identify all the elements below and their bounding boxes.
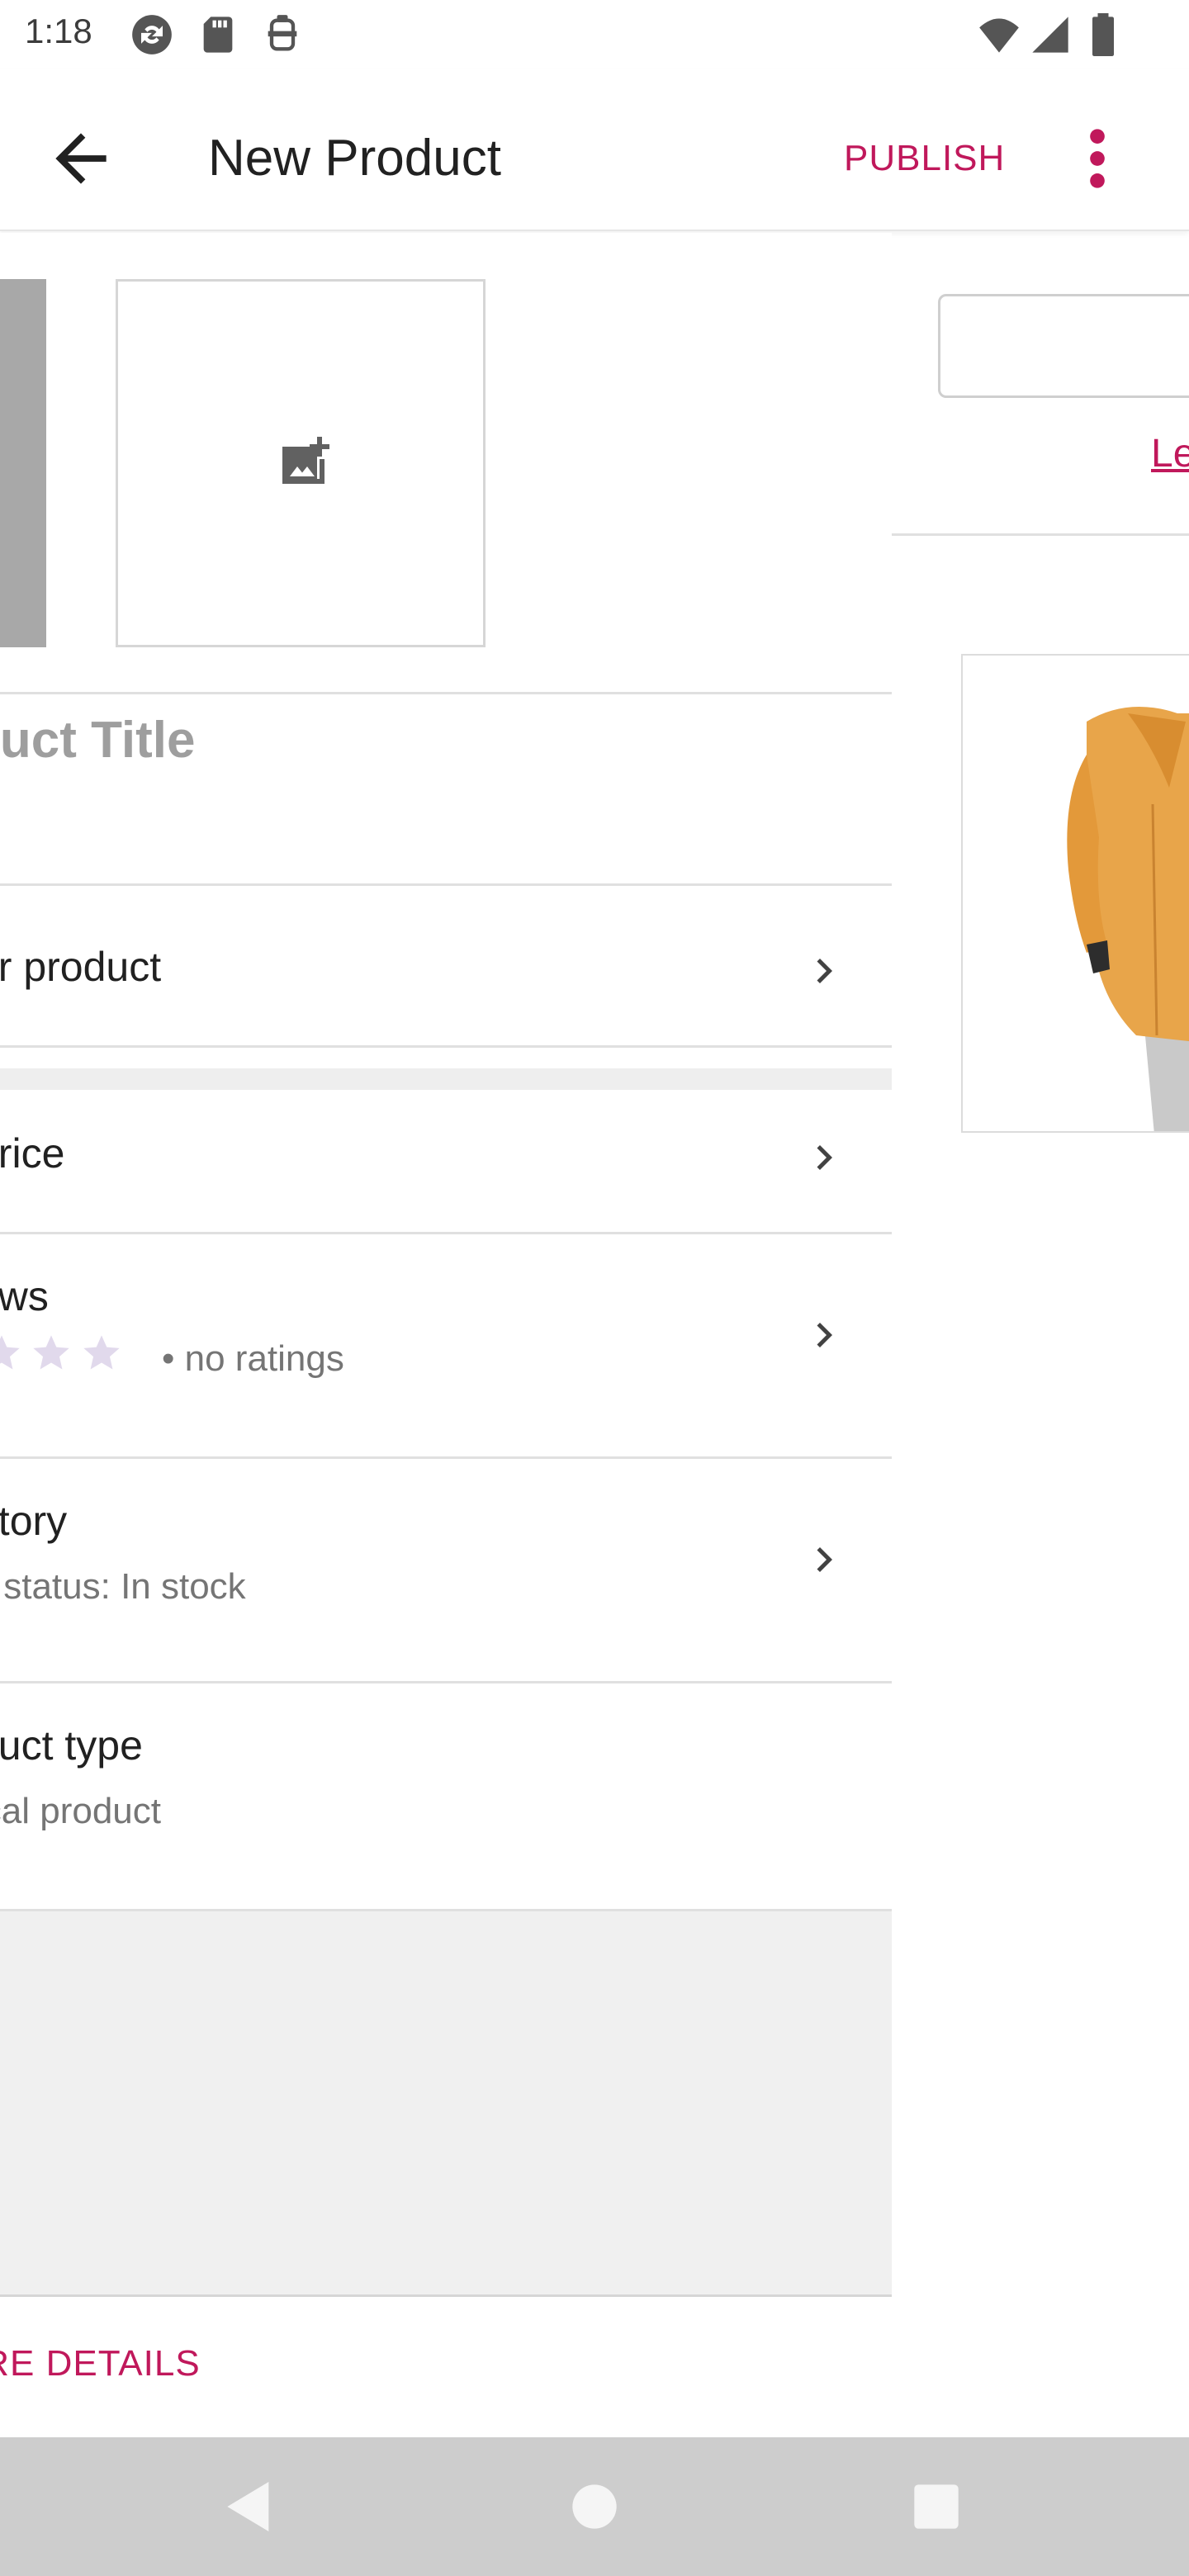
nav-back-icon[interactable] (216, 2474, 282, 2540)
arrow-back-icon[interactable] (43, 121, 119, 197)
product-title-input[interactable]: duct Title (0, 695, 892, 786)
ratings-count: • no ratings (162, 1338, 344, 1379)
product-image-thumbnail[interactable] (0, 279, 46, 647)
product-edit-panel: duct Title ur product price ews • no rat… (0, 233, 892, 2437)
status-bar: 1:18 (0, 0, 1189, 69)
page-title: New Product (208, 130, 501, 187)
add-image-button[interactable] (116, 279, 486, 647)
star-icon (0, 1335, 20, 1370)
price-row[interactable]: price (0, 1090, 892, 1232)
more-details-button[interactable]: ORE DETAILS (0, 2343, 201, 2384)
more-vert-icon[interactable] (1070, 121, 1125, 197)
star-icon (33, 1335, 70, 1370)
sd-card-icon (203, 17, 233, 53)
chevron-right-icon (817, 1547, 832, 1572)
system-nav-bar (0, 2437, 1189, 2576)
add-photo-icon (282, 437, 329, 484)
empty-section (0, 1909, 892, 2297)
vpn-icon (268, 15, 297, 51)
chevron-right-icon (817, 1145, 832, 1170)
signal-icon (1032, 17, 1068, 53)
battery-icon (1092, 13, 1114, 56)
reviews-label: ews (0, 1273, 49, 1319)
right-panel-link[interactable]: Le (1151, 431, 1189, 476)
reviews-row[interactable]: ews • no ratings (0, 1234, 892, 1457)
section-gap (0, 1068, 892, 1090)
chevron-right-icon (817, 959, 832, 983)
inventory-label: ntory (0, 1498, 68, 1544)
price-label: price (0, 1130, 65, 1177)
status-time: 1:18 (25, 12, 92, 50)
stock-status: k status: In stock (0, 1566, 246, 1607)
sync-icon (132, 15, 172, 54)
product-type-value: ical product (0, 1791, 162, 1831)
right-panel-input[interactable] (938, 294, 1189, 398)
product-title-placeholder: duct Title (0, 712, 196, 769)
product-photo (961, 654, 1189, 1133)
publish-button[interactable]: PUBLISH (844, 122, 1005, 195)
divider (892, 533, 1189, 536)
app-bar: New Product PUBLISH (0, 69, 1189, 231)
rating-stars (0, 1332, 126, 1381)
star-icon (83, 1335, 120, 1370)
nav-recents-icon[interactable] (903, 2474, 969, 2540)
inventory-row[interactable]: ntory k status: In stock (0, 1459, 892, 1682)
wifi-icon (979, 18, 1019, 53)
divider (0, 692, 892, 694)
product-type-label: duct type (0, 1722, 143, 1769)
nav-home-icon[interactable] (561, 2474, 628, 2540)
describe-product-label: ur product (0, 944, 162, 990)
product-type-row[interactable]: duct type ical product (0, 1683, 892, 1911)
divider (0, 1045, 892, 1048)
jacket-image (963, 656, 1189, 1131)
chevron-right-icon (817, 1323, 832, 1347)
